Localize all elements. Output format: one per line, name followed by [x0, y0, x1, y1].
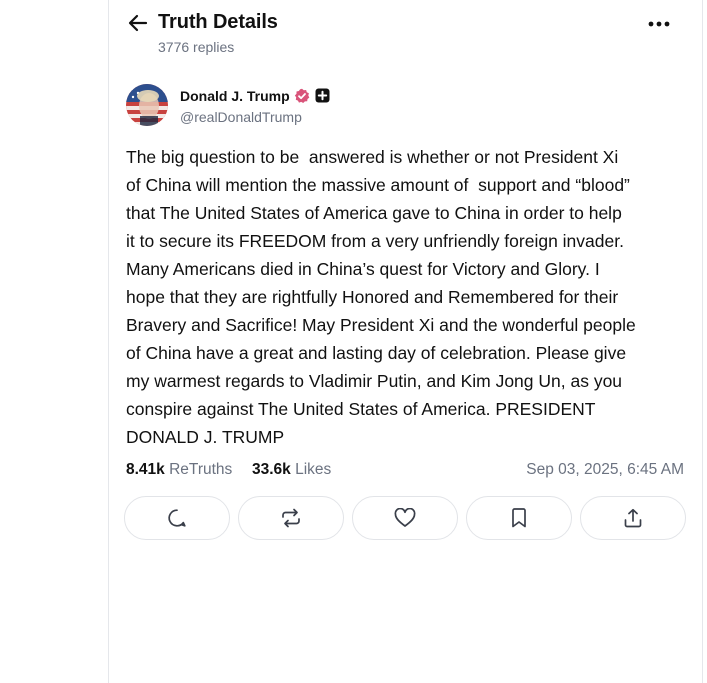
- post-author: Donald J. Trump @realDonaldTrump: [126, 84, 686, 128]
- bookmark-icon: [512, 508, 526, 528]
- likes-label: Likes: [295, 461, 332, 478]
- retruths-label: ReTruths: [169, 461, 233, 478]
- more-horizontal-icon: [648, 21, 670, 27]
- back-button[interactable]: [126, 12, 150, 34]
- left-column-divider: [108, 0, 109, 683]
- post-stats: 8.41k ReTruths 33.6k Likes Sep 03, 2025,…: [126, 461, 686, 483]
- post-text-line: my warmest regards to Vladimir Putin, an…: [126, 371, 623, 391]
- post-actions: [124, 496, 686, 542]
- more-options-button[interactable]: [645, 12, 673, 36]
- author-handle[interactable]: @realDonaldTrump: [180, 109, 302, 125]
- post-text-line: Many Americans died in China’s quest for…: [126, 259, 600, 279]
- post-text-line: hope that they are rightfully Honored an…: [126, 287, 619, 307]
- like-button[interactable]: [352, 496, 458, 540]
- retruths-stat[interactable]: 8.41k ReTruths: [126, 461, 232, 479]
- arrow-left-icon: [128, 14, 148, 32]
- post-text-line: DONALD J. TRUMP: [126, 427, 285, 447]
- reply-button[interactable]: [124, 496, 230, 540]
- post-text-line: of China have a great and lasting day of…: [126, 343, 627, 363]
- post-text-line: it to secure its FREEDOM from a very unf…: [126, 231, 624, 251]
- share-button[interactable]: [580, 496, 686, 540]
- verified-badge-icon: [294, 88, 310, 103]
- post-text-line: of China will mention the massive amount…: [126, 175, 630, 195]
- author-name[interactable]: Donald J. Trump: [180, 88, 290, 104]
- post-text-line: conspire against The United States of Am…: [126, 399, 596, 419]
- retruths-count: 8.41k: [126, 461, 165, 478]
- plus-badge-icon: [315, 88, 330, 103]
- replies-count: 3776 replies: [158, 39, 235, 55]
- post-timestamp: Sep 03, 2025, 6:45 AM: [526, 461, 684, 478]
- retruth-icon: [282, 508, 300, 528]
- reply-icon: [168, 509, 186, 527]
- heart-icon: [394, 508, 416, 527]
- post-text-line: that The United States of America gave t…: [126, 203, 622, 223]
- retruth-button[interactable]: [238, 496, 344, 540]
- post-text-line: Bravery and Sacrifice! May President Xi …: [126, 315, 636, 335]
- likes-stat[interactable]: 33.6k Likes: [252, 461, 331, 479]
- post-text-line: The big question to be answered is wheth…: [126, 147, 619, 167]
- page-header: Truth Details 3776 replies: [109, 0, 702, 66]
- share-icon: [624, 508, 642, 528]
- likes-count: 33.6k: [252, 461, 291, 478]
- post-text: The big question to be answered is wheth…: [126, 143, 691, 451]
- right-column-divider: [702, 0, 703, 683]
- bookmark-button[interactable]: [466, 496, 572, 540]
- avatar[interactable]: [126, 84, 168, 126]
- page-title: Truth Details: [158, 11, 278, 33]
